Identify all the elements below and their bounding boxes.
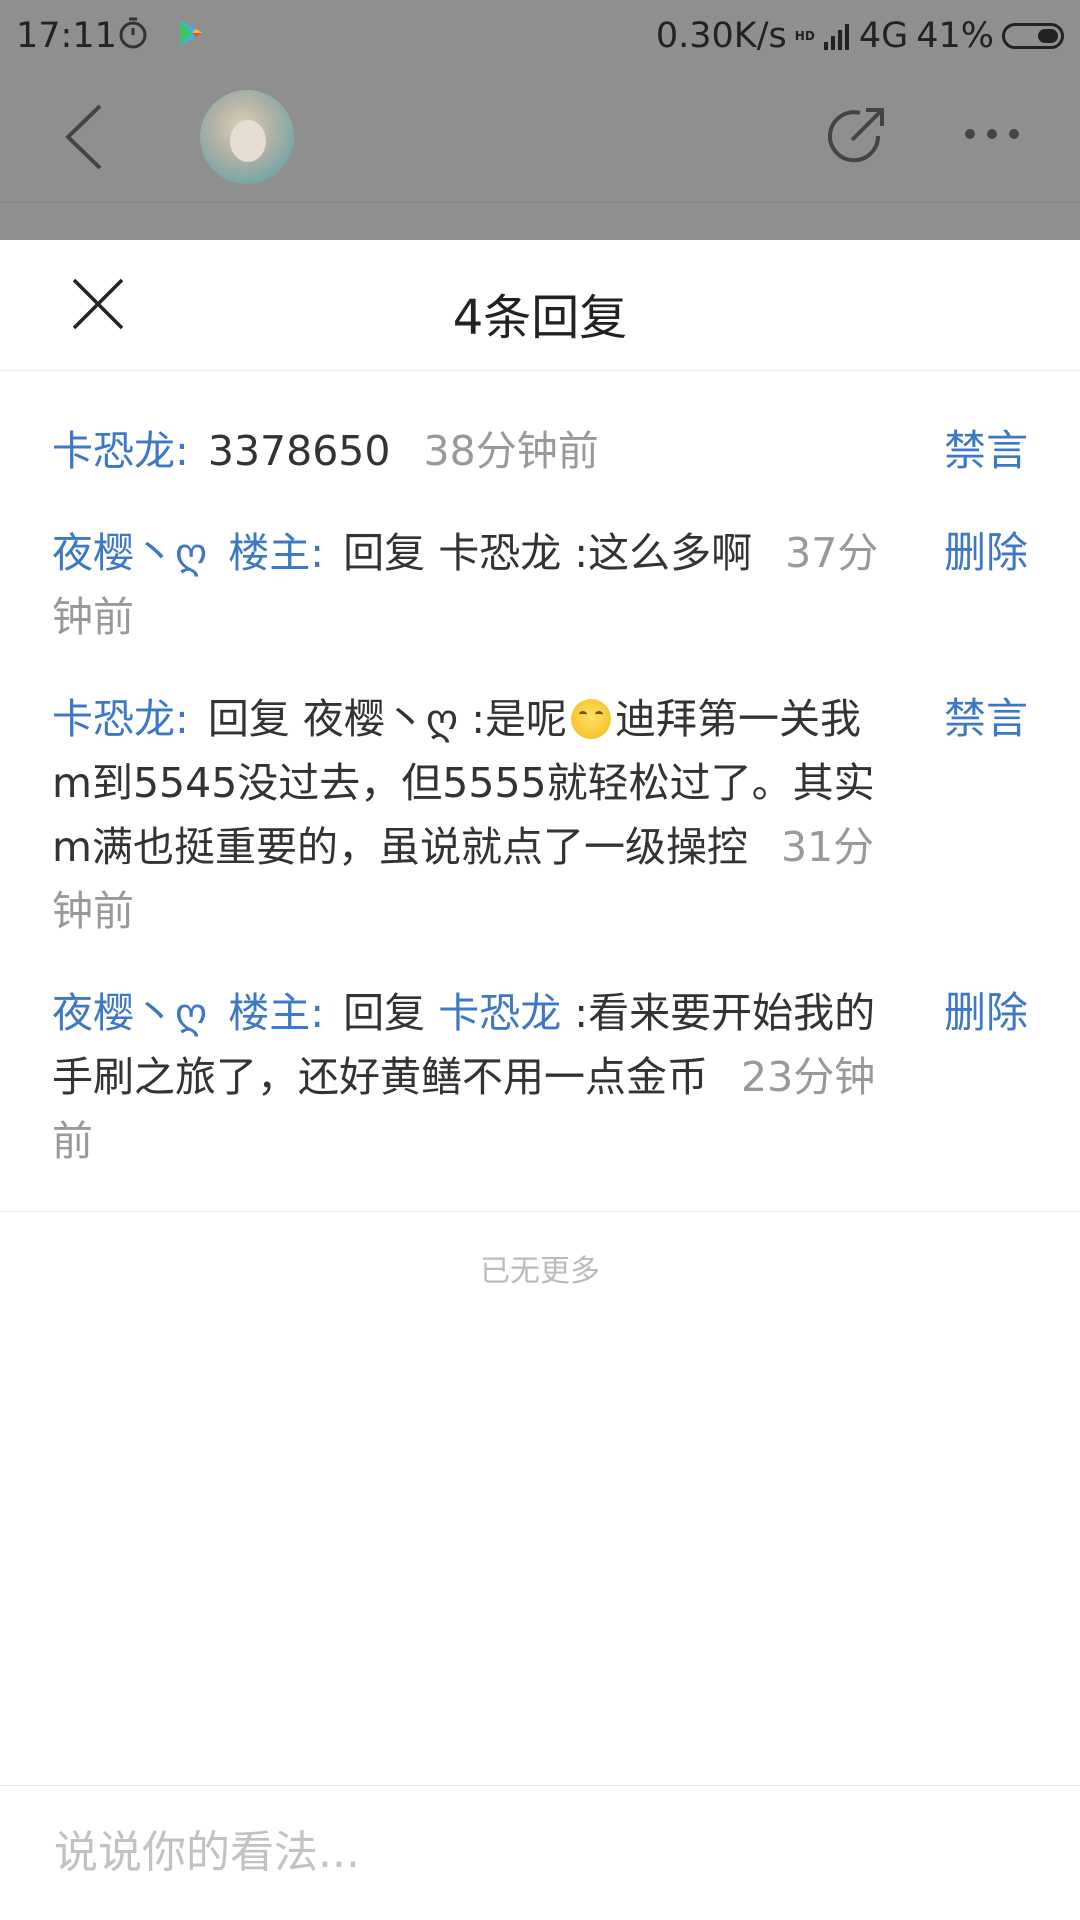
reply-username[interactable]: 夜樱丶ღ bbox=[52, 529, 207, 577]
comment-bar bbox=[0, 1785, 1080, 1920]
colon: : bbox=[310, 989, 325, 1037]
reply-username[interactable]: 卡恐龙 bbox=[52, 427, 175, 475]
play-store-icon bbox=[180, 20, 202, 46]
colon: : bbox=[310, 529, 325, 577]
reply-to-user: 卡恐龙 bbox=[438, 529, 562, 577]
delete-button[interactable]: 删除 bbox=[944, 521, 1028, 585]
reply-username[interactable]: 夜樱丶ღ bbox=[52, 989, 207, 1037]
hd-label: HD bbox=[794, 29, 815, 43]
smile-emoji-icon bbox=[571, 699, 612, 739]
delete-button[interactable]: 删除 bbox=[944, 981, 1028, 1045]
reply-prefix: 回复 bbox=[343, 529, 426, 577]
no-more-label: 已无更多 bbox=[480, 1254, 600, 1289]
reply-list: 卡恐龙: 3378650 38分钟前 禁言 夜樱丶ღ 楼主: 回复 卡恐龙 :这… bbox=[0, 371, 1080, 1173]
list-divider bbox=[0, 1211, 1080, 1212]
nav-bar bbox=[0, 72, 1080, 203]
sheet-header: 4条回复 bbox=[0, 240, 1080, 371]
stopwatch-icon bbox=[119, 17, 147, 49]
battery-icon bbox=[1002, 23, 1064, 49]
reply-text: 3378650 bbox=[207, 427, 391, 475]
status-left-icons bbox=[118, 16, 204, 50]
status-time: 17:11 bbox=[16, 16, 117, 56]
reply-item: 夜樱丶ღ 楼主: 回复 卡恐龙 :这么多啊 37分钟前 删除 bbox=[0, 521, 1080, 649]
status-right: 0.30K/s HD 4G 41% bbox=[656, 16, 1064, 56]
owner-badge: 楼主 bbox=[228, 529, 311, 577]
avatar[interactable] bbox=[200, 90, 294, 184]
reply-username[interactable]: 卡恐龙 bbox=[52, 695, 175, 743]
comment-input[interactable] bbox=[52, 1816, 1016, 1888]
reply-prefix: 回复 bbox=[343, 989, 426, 1037]
reply-to-user-link[interactable]: 卡恐龙 bbox=[438, 989, 561, 1037]
sheet-title: 4条回复 bbox=[452, 290, 628, 346]
reply-to-user: 夜樱丶ღ bbox=[302, 695, 459, 743]
reply-text: :是呢 bbox=[471, 695, 568, 743]
reply-prefix: 回复 bbox=[207, 695, 290, 743]
replies-sheet: 4条回复 卡恐龙: 3378650 38分钟前 禁言 夜樱丶ღ 楼主: 回复 卡… bbox=[0, 240, 1080, 1920]
reply-item: 卡恐龙: 3378650 38分钟前 禁言 bbox=[0, 419, 1080, 483]
colon: : bbox=[175, 695, 189, 743]
owner-badge: 楼主 bbox=[228, 989, 311, 1037]
mute-button[interactable]: 禁言 bbox=[944, 687, 1028, 751]
battery-percent: 41% bbox=[916, 16, 994, 56]
network-speed: 0.30K/s bbox=[655, 16, 787, 56]
status-bar: 17:11 0.30K/s HD 4G 41% bbox=[0, 0, 1080, 72]
reply-item: 卡恐龙: 回复 夜樱丶ღ :是呢 迪拜第一关我m到5545没过去，但5555就轻松… bbox=[0, 687, 1080, 943]
reply-text: :这么多啊 bbox=[574, 529, 753, 577]
colon: : bbox=[175, 427, 189, 475]
screen: 17:11 0.30K/s HD 4G 41% 4条回复 卡恐龙: 337865… bbox=[0, 0, 1080, 1920]
back-icon[interactable] bbox=[62, 102, 106, 172]
network-type: 4G bbox=[858, 16, 909, 56]
reply-item: 夜樱丶ღ 楼主: 回复 卡恐龙 :看来要开始我的手刷之旅了，还好黄鳝不用一点金币… bbox=[0, 981, 1080, 1173]
reply-time: 38分钟前 bbox=[423, 427, 599, 475]
mute-button[interactable]: 禁言 bbox=[944, 419, 1028, 483]
more-icon[interactable] bbox=[962, 122, 1022, 146]
share-icon[interactable] bbox=[822, 102, 890, 170]
signal-icon bbox=[823, 24, 849, 50]
